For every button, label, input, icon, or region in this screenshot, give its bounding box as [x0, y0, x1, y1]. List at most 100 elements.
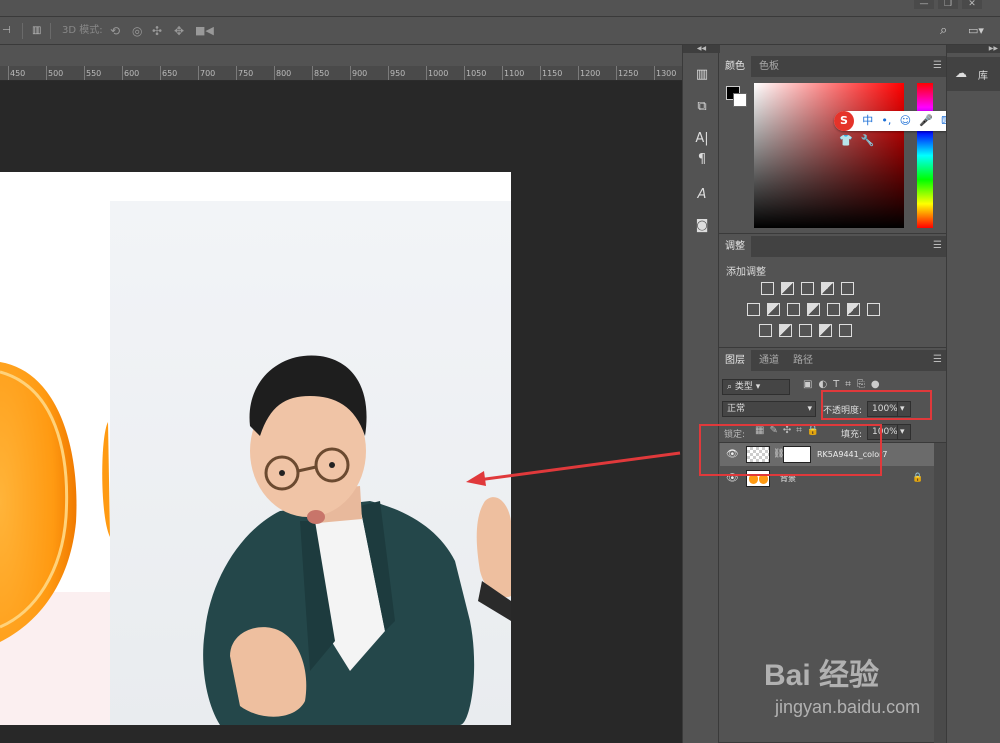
- lock-icons[interactable]: ▦✎✣⌗🔒: [755, 425, 824, 436]
- character-icon[interactable]: A|: [694, 131, 710, 147]
- tab-swatches[interactable]: 色板: [753, 56, 785, 77]
- ruler-tick-label: 1300: [656, 69, 677, 78]
- layer-name[interactable]: 背景: [780, 467, 796, 490]
- paragraph-icon[interactable]: ¶: [694, 152, 710, 168]
- tab-channels[interactable]: 通道: [753, 350, 785, 371]
- ime-lang-toggle[interactable]: 中: [862, 111, 873, 131]
- align-icon[interactable]: ⊣: [2, 17, 11, 45]
- video-3d-icon[interactable]: ■◀: [195, 17, 214, 45]
- panel-menu-icon[interactable]: ☰: [933, 354, 942, 365]
- document-tab-bar: [0, 45, 682, 66]
- ruler-tick-line: [122, 66, 123, 80]
- app-title-bar: — ❐ ✕: [0, 0, 1000, 17]
- ruler-tick-label: 450: [10, 69, 26, 78]
- skin-icon[interactable]: 👕: [839, 131, 853, 151]
- layer-filter-select[interactable]: ⌕ 类型 ▾: [722, 379, 790, 395]
- layers-scrollbar[interactable]: [934, 443, 946, 743]
- tab-adjustments[interactable]: 调整: [719, 236, 751, 257]
- adjustment-icon[interactable]: [807, 303, 820, 316]
- ruler-tick-label: 1200: [580, 69, 601, 78]
- adjustment-icon[interactable]: [747, 303, 760, 316]
- adjustment-icon[interactable]: [767, 303, 780, 316]
- rotate-3d-icon[interactable]: ⟲: [110, 17, 120, 45]
- visibility-eye-icon[interactable]: 👁: [726, 467, 739, 490]
- close-button[interactable]: ✕: [962, 0, 982, 9]
- panel-menu-icon[interactable]: ☰: [933, 60, 942, 71]
- canvas-area[interactable]: [0, 81, 682, 743]
- ruler-tick-line: [160, 66, 161, 80]
- properties-icon[interactable]: ◙: [694, 218, 710, 234]
- history-icon[interactable]: ▥: [694, 67, 710, 83]
- library-tab[interactable]: ☁ 库: [947, 57, 1000, 91]
- adjustment-icon[interactable]: [841, 282, 854, 295]
- adjustment-icon[interactable]: [799, 324, 812, 337]
- distribute-icon[interactable]: ▥: [32, 17, 41, 45]
- adjustment-icon[interactable]: [781, 282, 794, 295]
- hue-slider[interactable]: [917, 83, 933, 228]
- voice-icon[interactable]: 🎤: [919, 111, 933, 131]
- restore-button[interactable]: ❐: [938, 0, 958, 9]
- layer-name[interactable]: RK5A9441_color7: [817, 443, 888, 466]
- lock-icon: 🔒: [912, 473, 924, 483]
- adjustment-icon[interactable]: [847, 303, 860, 316]
- adjustment-icon[interactable]: [761, 282, 774, 295]
- search-icon[interactable]: ⌕: [940, 17, 947, 45]
- roll-3d-icon[interactable]: ◎: [132, 17, 142, 45]
- ruler-tick-label: 850: [314, 69, 330, 78]
- ruler-tick-label: 1100: [504, 69, 525, 78]
- clone-source-icon[interactable]: ⧉: [694, 99, 710, 115]
- tools-icon[interactable]: 🔧: [861, 131, 875, 151]
- chevron-down-icon: ▾: [807, 404, 812, 414]
- collapsed-panel-strip: ◀◀ ▥ ⧉ A| ¶ A ◙: [682, 45, 720, 743]
- adjustment-icon[interactable]: [759, 324, 772, 337]
- adjustment-icon[interactable]: [801, 282, 814, 295]
- layer-thumbnail: [746, 446, 770, 463]
- adjustment-icon[interactable]: [779, 324, 792, 337]
- separator: [22, 23, 23, 39]
- adjustment-icon[interactable]: [821, 282, 834, 295]
- ruler-tick-line: [464, 66, 465, 80]
- ruler-tick-line: [616, 66, 617, 80]
- emoji-icon[interactable]: ☺: [900, 111, 911, 131]
- mode-3d-label: 3D 模式:: [62, 25, 103, 36]
- collapse-arrows-icon[interactable]: ▶▶: [947, 45, 1000, 53]
- options-bar: ⊣ ▥ 3D 模式: ⟲ ◎ ✣ ✥ ■◀ ⌕ ▭▾: [0, 17, 1000, 45]
- library-panel: ▶▶ ☁ 库: [946, 45, 1000, 743]
- visibility-eye-icon[interactable]: 👁: [726, 443, 739, 466]
- add-adjustment-label: 添加调整: [726, 267, 766, 278]
- color-field[interactable]: [754, 83, 904, 228]
- opacity-label: 不透明度:: [823, 406, 863, 416]
- collapse-arrows-icon[interactable]: ◀◀: [683, 45, 720, 53]
- horizontal-ruler: 450 500 550 600 650 700 750 800 850 900 950 1000 105…: [0, 66, 682, 81]
- opacity-dropdown-icon[interactable]: ▾: [897, 401, 911, 417]
- photoshop-window: — ❐ ✕ ⊣ ▥ 3D 模式: ⟲ ◎ ✣ ✥ ■◀ ⌕ ▭▾ 450 500 5…: [0, 0, 1000, 743]
- adjustment-icon[interactable]: [827, 303, 840, 316]
- ruler-tick-line: [312, 66, 313, 80]
- punctuation-icon[interactable]: •,: [881, 111, 891, 131]
- background-color-swatch[interactable]: [733, 93, 747, 107]
- tab-layers[interactable]: 图层: [719, 350, 751, 371]
- workspace-icon[interactable]: ▭▾: [968, 17, 984, 45]
- layer-row[interactable]: 👁 ⛓ RK5A9441_color7: [720, 443, 934, 466]
- glyphs-icon[interactable]: A: [694, 187, 710, 203]
- adjustment-icon[interactable]: [819, 324, 832, 337]
- tab-color[interactable]: 颜色: [719, 56, 751, 77]
- ruler-tick-line: [236, 66, 237, 80]
- drag-3d-icon[interactable]: ✣: [152, 17, 162, 45]
- minimize-button[interactable]: —: [914, 0, 934, 9]
- panel-menu-icon[interactable]: ☰: [933, 240, 942, 251]
- adjustment-icon[interactable]: [787, 303, 800, 316]
- watermark-logo: Bai 经验: [764, 659, 880, 692]
- blend-mode-select[interactable]: 正常 ▾: [722, 401, 816, 417]
- layer-row[interactable]: 👁 背景 🔒: [720, 467, 934, 490]
- ruler-tick-line: [84, 66, 85, 80]
- ruler-tick-label: 800: [276, 69, 292, 78]
- slide-3d-icon[interactable]: ✥: [174, 17, 184, 45]
- fill-dropdown-icon[interactable]: ▾: [897, 424, 911, 440]
- tab-paths[interactable]: 路径: [787, 350, 819, 371]
- filter-type-icons[interactable]: ▣◐T⌗⎘●: [803, 379, 886, 390]
- adjustment-icon[interactable]: [867, 303, 880, 316]
- adjustment-icon[interactable]: [839, 324, 852, 337]
- layer-mask-thumbnail[interactable]: [783, 446, 811, 463]
- ruler-tick-line: [426, 66, 427, 80]
